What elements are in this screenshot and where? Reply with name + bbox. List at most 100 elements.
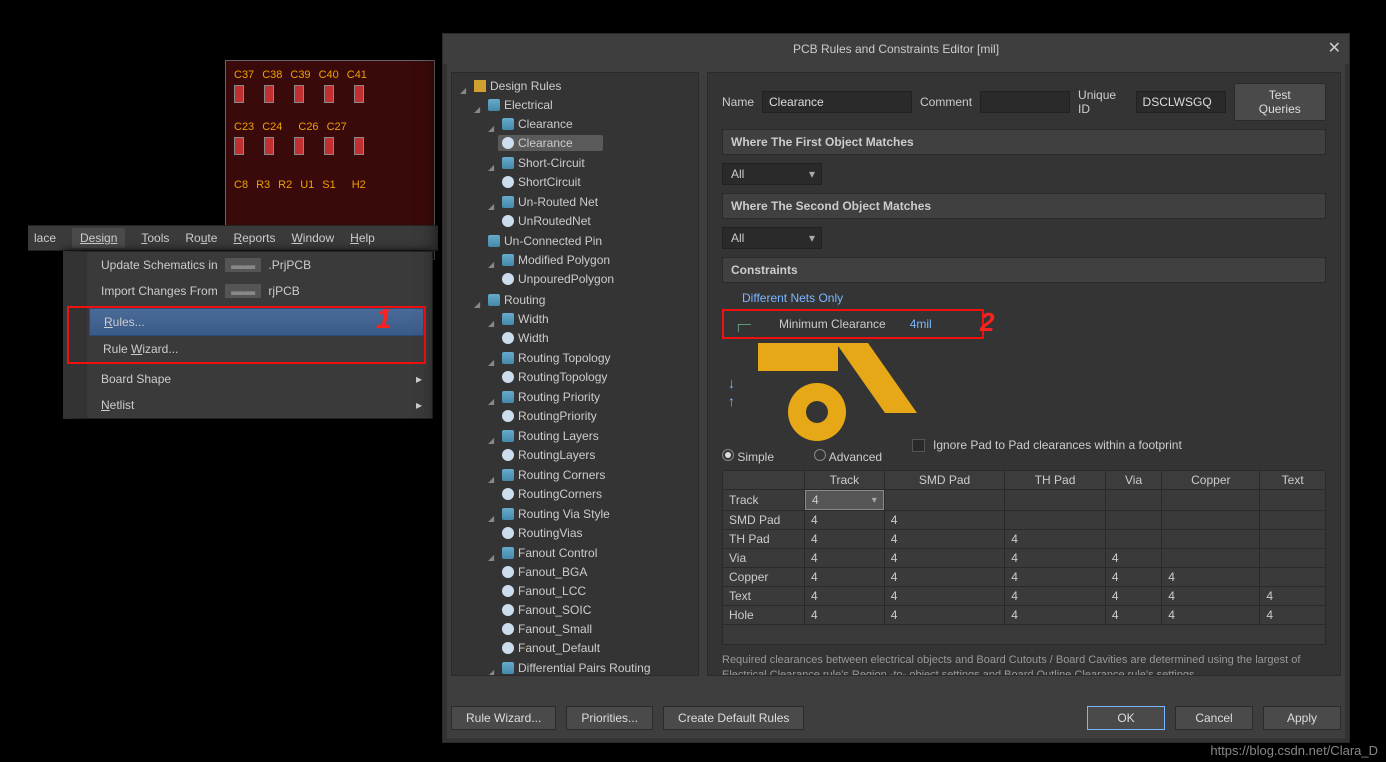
tree-unrouted-cat[interactable]: Un-Routed Net: [484, 194, 602, 210]
grid-cell[interactable]: 4: [1260, 606, 1326, 625]
tree-shortcircuit-cat[interactable]: Short-Circuit: [484, 155, 589, 171]
tree-fanout-soic[interactable]: Fanout_SOIC: [498, 602, 595, 618]
where-first-dropdown[interactable]: All: [722, 163, 822, 185]
apply-button[interactable]: Apply: [1263, 706, 1341, 730]
grid-cell[interactable]: 4: [805, 606, 885, 625]
menu-board-shape[interactable]: Board Shape▸: [87, 366, 432, 392]
grid-cell[interactable]: [1260, 511, 1326, 530]
grid-cell[interactable]: [1105, 530, 1161, 549]
grid-cell[interactable]: 4: [884, 530, 1005, 549]
where-second-dropdown[interactable]: All: [722, 227, 822, 249]
grid-cell[interactable]: 4: [1005, 587, 1106, 606]
grid-cell[interactable]: [1260, 568, 1326, 587]
tree-electrical[interactable]: Electrical: [470, 97, 557, 113]
grid-cell[interactable]: 4: [1105, 606, 1161, 625]
tree-layers-cat[interactable]: Routing Layers: [484, 428, 603, 444]
uniqueid-input[interactable]: [1136, 91, 1226, 113]
create-default-rules-button[interactable]: Create Default Rules: [663, 706, 804, 730]
cancel-button[interactable]: Cancel: [1175, 706, 1253, 730]
grid-cell[interactable]: [1162, 490, 1260, 511]
main-menubar[interactable]: lace Design Tools Route Reports Window H…: [28, 225, 438, 251]
grid-cell[interactable]: 4: [884, 606, 1005, 625]
grid-cell[interactable]: [1005, 511, 1106, 530]
ok-button[interactable]: OK: [1087, 706, 1165, 730]
menu-design[interactable]: Design: [80, 231, 117, 245]
tree-root[interactable]: Design Rules: [456, 78, 565, 94]
tree-shortcircuit-rule[interactable]: ShortCircuit: [498, 174, 585, 190]
menu-import-changes[interactable]: Import Changes From ▬▬ rjPCB: [87, 278, 432, 304]
grid-cell[interactable]: 4: [884, 549, 1005, 568]
grid-cell[interactable]: 4: [805, 490, 884, 510]
grid-cell[interactable]: 4: [1105, 568, 1161, 587]
grid-cell[interactable]: 4: [805, 530, 885, 549]
test-queries-button[interactable]: Test Queries: [1234, 83, 1326, 121]
tree-clearance-cat[interactable]: Clearance: [484, 116, 577, 132]
grid-cell[interactable]: [1162, 511, 1260, 530]
tree-diff-cat[interactable]: Differential Pairs Routing: [484, 660, 655, 676]
grid-cell[interactable]: 4: [1162, 568, 1260, 587]
tree-unconnected[interactable]: Un-Connected Pin: [484, 233, 606, 249]
tree-prio-rule[interactable]: RoutingPriority: [498, 408, 601, 424]
grid-cell[interactable]: [884, 490, 1005, 511]
different-nets-link[interactable]: Different Nets Only: [742, 291, 843, 305]
close-icon[interactable]: ✕: [1328, 38, 1341, 58]
grid-cell[interactable]: [1162, 530, 1260, 549]
grid-cell[interactable]: 4: [1005, 568, 1106, 587]
ignore-pad-checkbox[interactable]: [912, 439, 925, 452]
menu-tools[interactable]: Tools: [141, 231, 169, 245]
grid-cell[interactable]: 4: [1162, 606, 1260, 625]
tree-unrouted-rule[interactable]: UnRoutedNet: [498, 213, 595, 229]
grid-cell[interactable]: 4: [884, 587, 1005, 606]
menu-rules[interactable]: Rules...: [89, 308, 424, 336]
menu-update-schematics[interactable]: Update Schematics in ▬▬ .PrjPCB: [87, 252, 432, 278]
tree-fanout-bga[interactable]: Fanout_BGA: [498, 564, 591, 580]
tree-fanout-small[interactable]: Fanout_Small: [498, 621, 596, 637]
grid-cell[interactable]: 4: [1005, 549, 1106, 568]
tree-width-rule[interactable]: Width: [498, 330, 553, 346]
grid-cell[interactable]: 4: [1105, 549, 1161, 568]
menu-netlist[interactable]: Netlist▸: [87, 392, 432, 418]
menu-place[interactable]: lace: [34, 231, 56, 245]
simple-radio[interactable]: Simple: [722, 449, 774, 464]
tree-layers-rule[interactable]: RoutingLayers: [498, 447, 599, 463]
tree-via-cat[interactable]: Routing Via Style: [484, 506, 614, 522]
name-input[interactable]: [762, 91, 912, 113]
menu-help[interactable]: Help: [350, 231, 375, 245]
grid-cell[interactable]: 4: [1105, 587, 1161, 606]
grid-cell[interactable]: 4: [884, 511, 1005, 530]
menu-reports[interactable]: Reports: [233, 231, 275, 245]
tree-fanout-cat[interactable]: Fanout Control: [484, 545, 601, 561]
grid-cell[interactable]: [1260, 530, 1326, 549]
grid-cell[interactable]: [1260, 490, 1326, 511]
grid-cell[interactable]: 4: [805, 511, 885, 530]
grid-cell[interactable]: [1260, 549, 1326, 568]
min-clearance-input[interactable]: 4mil: [910, 317, 932, 331]
comment-input[interactable]: [980, 91, 1070, 113]
menu-route[interactable]: Route: [185, 231, 217, 245]
tree-topo-cat[interactable]: Routing Topology: [484, 350, 615, 366]
priorities-button[interactable]: Priorities...: [566, 706, 653, 730]
tree-fanout-lcc[interactable]: Fanout_LCC: [498, 583, 590, 599]
grid-cell[interactable]: [1005, 490, 1106, 511]
tree-corners-rule[interactable]: RoutingCorners: [498, 486, 606, 502]
tree-width-cat[interactable]: Width: [484, 311, 553, 327]
rule-wizard-button[interactable]: Rule Wizard...: [451, 706, 556, 730]
tree-routing[interactable]: Routing: [470, 292, 549, 308]
menu-window[interactable]: Window: [291, 231, 334, 245]
grid-cell[interactable]: [1105, 490, 1161, 511]
menu-rule-wizard[interactable]: Rule Wizard...: [89, 336, 424, 362]
grid-cell[interactable]: 4: [805, 549, 885, 568]
tree-topo-rule[interactable]: RoutingTopology: [498, 369, 611, 385]
grid-cell[interactable]: [1105, 511, 1161, 530]
tree-corners-cat[interactable]: Routing Corners: [484, 467, 609, 483]
grid-cell[interactable]: 4: [1005, 530, 1106, 549]
grid-cell[interactable]: 4: [1260, 587, 1326, 606]
clearance-grid[interactable]: TrackSMD PadTH PadViaCopperText Track4SM…: [722, 470, 1326, 625]
advanced-radio[interactable]: Advanced: [814, 449, 882, 464]
tree-modpoly-cat[interactable]: Modified Polygon: [484, 252, 614, 268]
tree-modpoly-rule[interactable]: UnpouredPolygon: [498, 271, 618, 287]
grid-cell[interactable]: 4: [884, 568, 1005, 587]
grid-cell[interactable]: 4: [1005, 606, 1106, 625]
grid-cell[interactable]: 4: [805, 587, 885, 606]
tree-prio-cat[interactable]: Routing Priority: [484, 389, 604, 405]
